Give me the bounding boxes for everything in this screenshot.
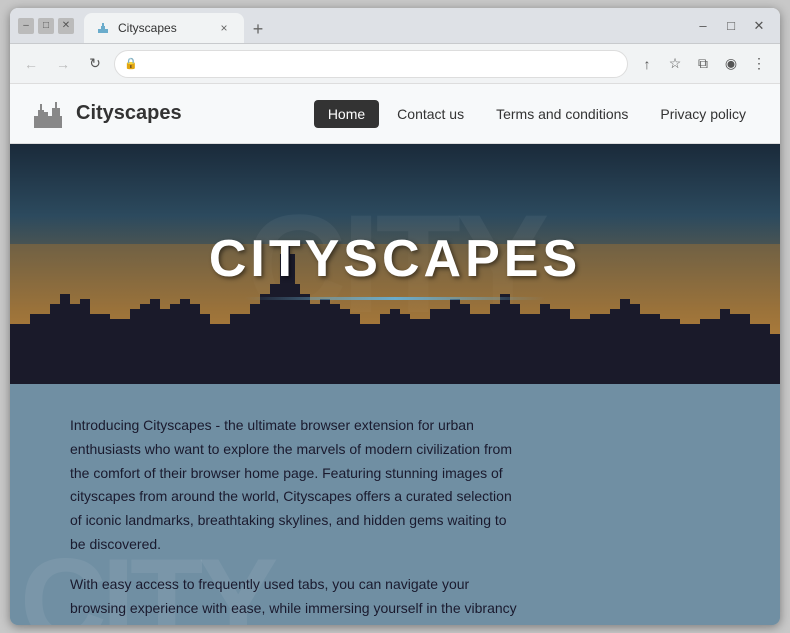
hero-content: CITYSCAPES (209, 229, 581, 300)
bookmark-button[interactable]: ☆ (662, 51, 688, 77)
share-button[interactable]: ↑ (634, 51, 660, 77)
close-button[interactable]: ✕ (58, 18, 74, 34)
new-tab-button[interactable]: + (244, 15, 272, 43)
title-close-button[interactable]: ✕ (746, 13, 772, 39)
hero-line (245, 297, 545, 300)
title-bar-controls: – □ ✕ (690, 13, 772, 39)
nav-privacy[interactable]: Privacy policy (646, 100, 760, 128)
nav-terms[interactable]: Terms and conditions (482, 100, 642, 128)
content-text: Introducing Cityscapes - the ultimate br… (70, 414, 520, 625)
minimize-button[interactable]: – (18, 18, 34, 34)
address-input[interactable] (114, 50, 628, 78)
back-button[interactable]: ← (18, 51, 44, 77)
refresh-button[interactable]: ↻ (82, 51, 108, 77)
logo-text: Cityscapes (76, 102, 182, 125)
site-logo: Cityscapes (30, 96, 182, 132)
forward-button[interactable]: → (50, 51, 76, 77)
title-maximize-button[interactable]: □ (718, 13, 744, 39)
active-tab[interactable]: Cityscapes × (84, 13, 244, 43)
address-bar-actions: ↑ ☆ ⧉ ◉ ⋮ (634, 51, 772, 77)
tabs-bar: Cityscapes × + (84, 8, 686, 43)
menu-button[interactable]: ⋮ (746, 51, 772, 77)
tab-favicon-icon (96, 21, 110, 35)
content-section: CITY Introducing Cityscapes - the ultima… (10, 384, 780, 625)
logo-icon (30, 96, 66, 132)
title-minimize-button[interactable]: – (690, 13, 716, 39)
title-bar: – □ ✕ Cityscapes × + – □ ✕ (10, 8, 780, 44)
website-content: Cityscapes Home Contact us Terms and con… (10, 84, 780, 625)
window-controls: – □ ✕ (18, 18, 74, 34)
lock-icon: 🔒 (124, 57, 138, 70)
nav-contact[interactable]: Contact us (383, 100, 478, 128)
tab-title: Cityscapes (118, 21, 177, 35)
browser-window: – □ ✕ Cityscapes × + – □ ✕ ← → ↻ (10, 8, 780, 625)
split-view-button[interactable]: ⧉ (690, 51, 716, 77)
paragraph-2: With easy access to frequently used tabs… (70, 573, 520, 625)
tab-close-button[interactable]: × (216, 20, 232, 36)
nav-home[interactable]: Home (314, 100, 379, 128)
hero-title: CITYSCAPES (209, 229, 581, 289)
hero-section: CITY CITYSCAPES (10, 144, 780, 384)
maximize-button[interactable]: □ (38, 18, 54, 34)
address-bar: ← → ↻ 🔒 ↑ ☆ ⧉ ◉ ⋮ (10, 44, 780, 84)
address-bar-wrapper: 🔒 (114, 50, 628, 78)
paragraph-1: Introducing Cityscapes - the ultimate br… (70, 414, 520, 557)
site-nav: Home Contact us Terms and conditions Pri… (314, 100, 760, 128)
site-header: Cityscapes Home Contact us Terms and con… (10, 84, 780, 144)
account-button[interactable]: ◉ (718, 51, 744, 77)
